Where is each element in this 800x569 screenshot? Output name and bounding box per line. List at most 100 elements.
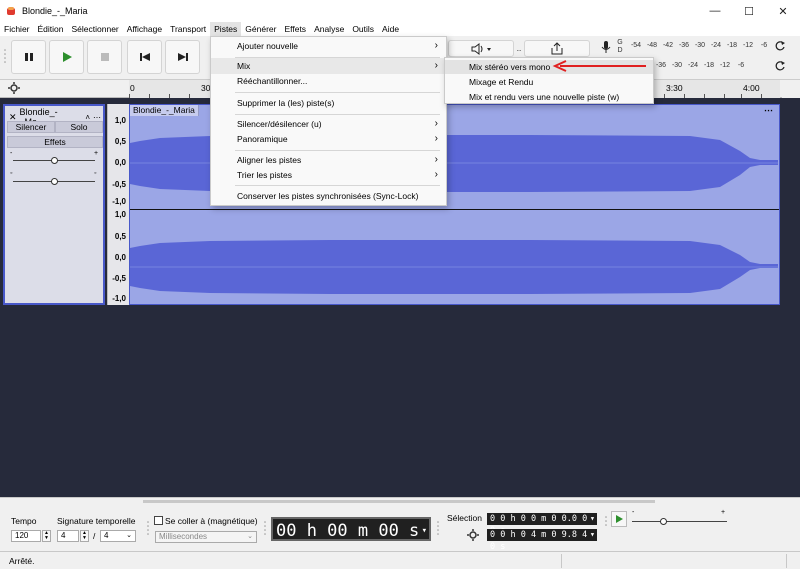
- signature-slash: /: [93, 531, 96, 541]
- menu-item-supprimer-pistes[interactable]: Supprimer la (les) piste(s): [211, 95, 446, 111]
- menu-item-panoramique[interactable]: Panoramique ›: [211, 131, 446, 147]
- chevron-right-icon: ›: [434, 133, 438, 144]
- ruler-label: 4:00: [743, 83, 760, 93]
- time-display[interactable]: 00 h 00 m 00 s ▾: [271, 517, 431, 541]
- speed-minus-label: -: [632, 509, 635, 516]
- scale-label: 0,5: [114, 232, 126, 241]
- record-meter-scale: G: [616, 39, 624, 46]
- maximize-button[interactable]: ☐: [732, 0, 766, 22]
- tempo-input[interactable]: 120: [11, 530, 41, 542]
- menu-item-aligner-pistes[interactable]: Aligner les pistes ›: [211, 152, 446, 168]
- speed-plus-label: +: [721, 509, 726, 516]
- menu-item-mix[interactable]: Mix ›: [211, 58, 446, 74]
- annotation-arrow: [552, 60, 646, 72]
- pan-left-icon: ◦: [10, 170, 13, 177]
- menu-item-reechantillonner[interactable]: Rééchantillonner...: [211, 73, 446, 89]
- meter-tick: -18: [703, 62, 715, 69]
- scale-label: 1,0: [114, 210, 126, 219]
- window-title: Blondie_-_Maria: [22, 6, 88, 16]
- play-button[interactable]: [49, 40, 84, 74]
- chevron-right-icon: ›: [434, 154, 438, 165]
- minimize-button[interactable]: —: [698, 0, 732, 22]
- menu-item-label: Silencer/désilencer (u): [237, 119, 322, 129]
- gain-slider[interactable]: [51, 157, 58, 164]
- menu-outils[interactable]: Outils: [348, 22, 378, 36]
- meter-tick: -12: [742, 42, 754, 49]
- toolbar-grip[interactable]: [604, 512, 608, 532]
- timeline-settings-button[interactable]: [8, 82, 20, 97]
- speaker-icon: [471, 42, 491, 55]
- selection-end-time[interactable]: 0 0 h 0 4 m 0 9.8 4 0 s ▾: [487, 529, 597, 552]
- gear-icon: [467, 529, 479, 541]
- menu-pistes[interactable]: Pistes: [210, 22, 242, 36]
- menu-fichier[interactable]: Fichier: [0, 22, 34, 36]
- close-button[interactable]: ✕: [766, 0, 800, 22]
- selection-settings-button[interactable]: [467, 529, 479, 543]
- signature-numerator[interactable]: 4: [57, 530, 79, 542]
- track-control-panel[interactable]: ✕ Blondie_-_Ma... ˄ ⋯ Silencer Solo Effe…: [3, 104, 105, 305]
- pistes-menu: Ajouter nouvelle › Mix › Rééchantillonne…: [210, 36, 447, 206]
- record-meter[interactable]: [600, 40, 612, 56]
- meter-channel-left: G: [617, 39, 623, 46]
- scale-label: 0,5: [114, 137, 126, 146]
- menu-selectionner[interactable]: Sélectionner: [68, 22, 123, 36]
- numerator-stepper[interactable]: ▲ ▼: [80, 530, 89, 542]
- menu-item-sync-lock[interactable]: Conserver les pistes synchronisées (Sync…: [211, 188, 446, 204]
- scale-label: -0,5: [112, 180, 126, 189]
- record-meter-menu[interactable]: [774, 40, 786, 54]
- meter-tick: -54: [630, 42, 642, 49]
- toolbar-more[interactable]: ..: [514, 40, 524, 57]
- effects-button[interactable]: Effets: [7, 136, 103, 148]
- menu-item-mix-rendu-nouvelle-piste[interactable]: Mix et rendu vers une nouvelle piste (w): [445, 90, 653, 104]
- audio-output-selector[interactable]: [448, 40, 514, 57]
- menu-analyse[interactable]: Analyse: [310, 22, 348, 36]
- time-display-value: 00 h 00 m 00 s: [276, 521, 420, 541]
- solo-button[interactable]: Solo: [55, 121, 103, 133]
- menu-transport[interactable]: Transport: [166, 22, 210, 36]
- ruler-end: [782, 80, 800, 98]
- skip-to-end-button[interactable]: [165, 40, 200, 74]
- menu-edition[interactable]: Édition: [34, 22, 68, 36]
- menu-item-label: Aligner les pistes: [237, 155, 302, 165]
- mute-button[interactable]: Silencer: [7, 121, 55, 133]
- menu-effets[interactable]: Effets: [280, 22, 310, 36]
- snap-unit-select[interactable]: Millisecondes ⌄: [155, 531, 257, 543]
- chevron-right-icon: ›: [434, 60, 438, 71]
- signature-denominator[interactable]: 4 ⌄: [100, 530, 136, 542]
- meter-tick: -18: [726, 42, 738, 49]
- menu-generer[interactable]: Générer: [241, 22, 280, 36]
- stop-button[interactable]: [87, 40, 122, 74]
- play-icon: [616, 515, 623, 523]
- skip-to-start-button[interactable]: [127, 40, 162, 74]
- tracks-margin: [780, 104, 800, 305]
- tempo-stepper[interactable]: ▲ ▼: [42, 530, 51, 542]
- menu-item-ajouter-nouvelle[interactable]: Ajouter nouvelle ›: [211, 38, 446, 54]
- menu-item-mixage-rendu[interactable]: Mixage et Rendu: [445, 75, 653, 89]
- gear-icon: [8, 82, 20, 94]
- pan-slider[interactable]: [51, 178, 58, 185]
- pause-button[interactable]: [11, 40, 46, 74]
- selection-start-time[interactable]: 0 0 h 0 0 m 0 0.0 0 0 s ▾: [487, 513, 597, 536]
- toolbar-grip[interactable]: [263, 514, 267, 544]
- toolbar-grip[interactable]: [436, 514, 440, 544]
- menu-separator: [235, 114, 440, 115]
- menu-affichage[interactable]: Affichage: [123, 22, 166, 36]
- status-bar: Arrêté.: [0, 551, 800, 569]
- microphone-icon: [601, 41, 611, 53]
- playback-meter-menu[interactable]: [774, 60, 786, 74]
- menu-item-trier-pistes[interactable]: Trier les pistes ›: [211, 167, 446, 183]
- refresh-icon: [775, 41, 785, 51]
- snap-checkbox[interactable]: [154, 516, 163, 525]
- horizontal-scrollbar[interactable]: [143, 500, 655, 503]
- scale-label: -1,0: [112, 197, 126, 206]
- toolbar-grip[interactable]: [146, 514, 150, 544]
- toolbar-grip[interactable]: [3, 40, 7, 74]
- menu-item-silencer[interactable]: Silencer/désilencer (u) ›: [211, 116, 446, 132]
- play-at-speed-button[interactable]: [611, 511, 627, 527]
- meter-tick: -30: [694, 42, 706, 49]
- dots-icon: ..: [516, 44, 522, 53]
- menu-aide[interactable]: Aide: [378, 22, 403, 36]
- vertical-scale[interactable]: 1,0 0,5 0,0 -0,5 -1,0 1,0 0,5 0,0 -0,5 -…: [107, 104, 129, 305]
- share-audio-button[interactable]: [524, 40, 590, 57]
- playback-speed-slider[interactable]: [660, 518, 667, 525]
